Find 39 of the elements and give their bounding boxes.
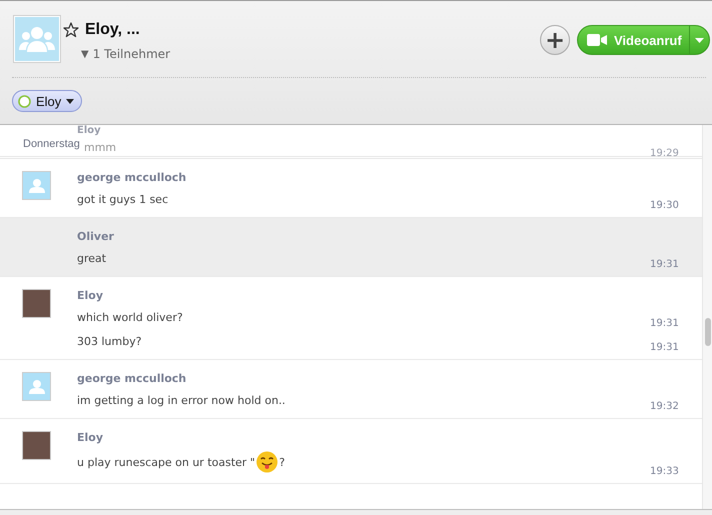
participant-chip[interactable]: Eloy [12,90,82,112]
message-time: 19:31 [650,342,680,353]
add-button[interactable]: + [540,25,570,55]
message-text: great [77,250,108,266]
conversation-title: Eloy, ... [85,21,140,39]
photo-placeholder [22,431,51,460]
avatar-icon [22,372,51,401]
participants-count[interactable]: 1 Teilnehmer [92,47,170,61]
scrollbar[interactable] [702,125,712,509]
sender-name: Eloy [77,431,104,446]
sender-name: Oliver [77,230,115,245]
star-icon[interactable] [63,22,79,38]
message-text: which world oliver? [77,310,184,325]
scrollbar-thumb[interactable] [705,318,711,346]
avatar-icon [22,171,51,200]
sender-name: george mcculloch [77,171,188,186]
day-separator: Donnerstag [23,138,80,150]
photo-placeholder [22,289,51,318]
message-text: 303 lumby? [77,334,143,349]
message-text: im getting a log in error now hold on.. [77,392,286,408]
message-text: u play runescape on ur toaster " ? [77,451,650,473]
smiley-icon [256,451,278,473]
message-text: mmm [83,140,118,155]
message-time: 19:32 [650,401,680,412]
sender-name: Eloy [77,289,104,304]
message-text: got it guys 1 sec [77,192,170,207]
caret-icon [66,98,74,104]
message-time: 19:29 [650,148,680,159]
message-time: 19:31 [650,259,680,270]
message-time: 19:30 [650,200,680,211]
participants-toggle[interactable]: ▼ [81,48,89,60]
camera-icon [587,34,607,46]
sender-name: george mcculloch [77,372,188,387]
group-avatar-icon [13,15,61,63]
message-time: 19:33 [650,466,680,477]
sender-name: Eloy [77,125,102,137]
message-time: 19:31 [650,318,680,329]
status-icon [18,94,31,108]
caret-icon [694,38,704,42]
